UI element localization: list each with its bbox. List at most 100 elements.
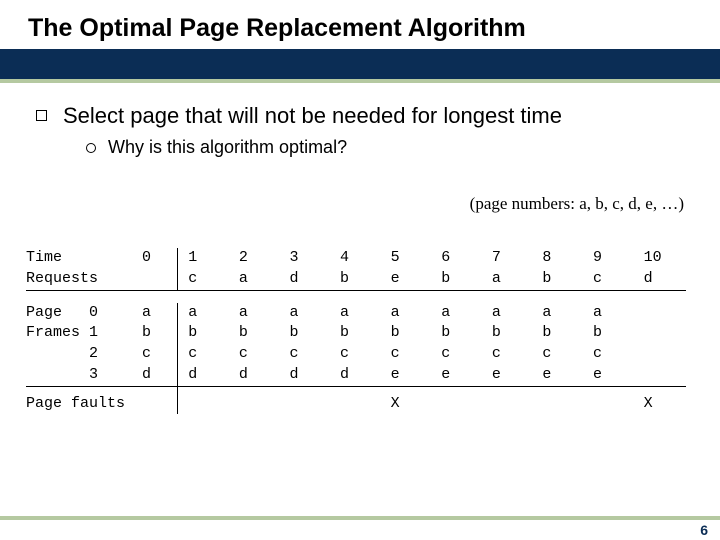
f3-4: d bbox=[330, 365, 381, 386]
time-8: 8 bbox=[532, 248, 583, 269]
f0-4: a bbox=[330, 303, 381, 324]
f1-6: b bbox=[431, 323, 482, 344]
f0-2: a bbox=[229, 303, 280, 324]
f0-7: a bbox=[482, 303, 533, 324]
page-frames-label-0: Page 0 bbox=[26, 303, 142, 324]
f0-3: a bbox=[279, 303, 330, 324]
time-2: 2 bbox=[229, 248, 280, 269]
subbullet-1-text: Why is this algorithm optimal? bbox=[108, 137, 347, 158]
page-frames-label-1: Frames 1 bbox=[26, 323, 142, 344]
time-0: 0 bbox=[142, 248, 178, 269]
f3-2: d bbox=[229, 365, 280, 386]
fault-8 bbox=[532, 386, 583, 414]
f2-1: c bbox=[178, 344, 229, 365]
f2-4: c bbox=[330, 344, 381, 365]
f0-5: a bbox=[381, 303, 432, 324]
slide-title: The Optimal Page Replacement Algorithm bbox=[28, 14, 692, 43]
page-numbers-note: (page numbers: a, b, c, d, e, …) bbox=[26, 194, 694, 214]
f2-8: c bbox=[532, 344, 583, 365]
fault-7 bbox=[482, 386, 533, 414]
title-block: The Optimal Page Replacement Algorithm bbox=[0, 0, 720, 49]
f3-8: e bbox=[532, 365, 583, 386]
f2-10 bbox=[634, 344, 686, 365]
req-7: a bbox=[482, 269, 533, 290]
f1-init: b bbox=[142, 323, 178, 344]
time-label: Time bbox=[26, 248, 142, 269]
req-1: c bbox=[178, 269, 229, 290]
f1-9: b bbox=[583, 323, 634, 344]
content-area: Select page that will not be needed for … bbox=[0, 83, 720, 414]
circle-bullet-icon bbox=[86, 143, 96, 153]
fault-3 bbox=[279, 386, 330, 414]
frame-idx-3: 3 bbox=[89, 366, 98, 383]
f0-1: a bbox=[178, 303, 229, 324]
bullet-1-text: Select page that will not be needed for … bbox=[63, 103, 562, 129]
title-bar bbox=[0, 49, 720, 79]
f1-8: b bbox=[532, 323, 583, 344]
fault-5: X bbox=[381, 386, 432, 414]
f3-6: e bbox=[431, 365, 482, 386]
f0-init: a bbox=[142, 303, 178, 324]
fault-6 bbox=[431, 386, 482, 414]
f1-10 bbox=[634, 323, 686, 344]
page-number: 6 bbox=[700, 522, 708, 538]
f1-2: b bbox=[229, 323, 280, 344]
time-7: 7 bbox=[482, 248, 533, 269]
square-bullet-icon bbox=[36, 110, 47, 121]
req-5: e bbox=[381, 269, 432, 290]
req-8: b bbox=[532, 269, 583, 290]
fault-0 bbox=[142, 386, 178, 414]
time-9: 9 bbox=[583, 248, 634, 269]
page-frames-label-3: 3 bbox=[26, 365, 142, 386]
faults-row: Page faults X X bbox=[26, 386, 686, 414]
frame-row-0: Page 0 a a a a a a a a a a bbox=[26, 303, 686, 324]
frame-row-1: Frames 1 b b b b b b b b b b bbox=[26, 323, 686, 344]
f3-3: d bbox=[279, 365, 330, 386]
frame-idx-1: 1 bbox=[89, 324, 98, 341]
f0-8: a bbox=[532, 303, 583, 324]
req-4: b bbox=[330, 269, 381, 290]
frame-row-3: 3 d d d d d e e e e e bbox=[26, 365, 686, 386]
fault-9 bbox=[583, 386, 634, 414]
time-4: 4 bbox=[330, 248, 381, 269]
time-5: 5 bbox=[381, 248, 432, 269]
page-frames-label-2: 2 bbox=[26, 344, 142, 365]
requests-label: Requests bbox=[26, 269, 142, 290]
frame-idx-2: 2 bbox=[89, 345, 98, 362]
time-10: 10 bbox=[634, 248, 686, 269]
slide: The Optimal Page Replacement Algorithm S… bbox=[0, 0, 720, 540]
f2-9: c bbox=[583, 344, 634, 365]
fault-10: X bbox=[634, 386, 686, 414]
f2-6: c bbox=[431, 344, 482, 365]
req-3: d bbox=[279, 269, 330, 290]
req-2: a bbox=[229, 269, 280, 290]
f1-5: b bbox=[381, 323, 432, 344]
f3-9: e bbox=[583, 365, 634, 386]
subbullet-1: Why is this algorithm optimal? bbox=[86, 137, 694, 158]
f3-5: e bbox=[381, 365, 432, 386]
f3-7: e bbox=[482, 365, 533, 386]
f1-7: b bbox=[482, 323, 533, 344]
frames-label: Frames bbox=[26, 324, 80, 341]
time-6: 6 bbox=[431, 248, 482, 269]
req-9: c bbox=[583, 269, 634, 290]
f3-init: d bbox=[142, 365, 178, 386]
frame-idx-0: 0 bbox=[89, 304, 98, 321]
req-10: d bbox=[634, 269, 686, 290]
time-1: 1 bbox=[178, 248, 229, 269]
req-6: b bbox=[431, 269, 482, 290]
f2-3: c bbox=[279, 344, 330, 365]
f2-7: c bbox=[482, 344, 533, 365]
spacer-row bbox=[26, 290, 686, 303]
frame-row-2: 2 c c c c c c c c c c bbox=[26, 344, 686, 365]
requests-row: Requests c a d b e b a b c d bbox=[26, 269, 686, 290]
f2-5: c bbox=[381, 344, 432, 365]
bullet-1: Select page that will not be needed for … bbox=[36, 103, 694, 129]
f0-10 bbox=[634, 303, 686, 324]
time-row: Time 0 1 2 3 4 5 6 7 8 9 10 bbox=[26, 248, 686, 269]
f1-4: b bbox=[330, 323, 381, 344]
fault-1 bbox=[178, 386, 229, 414]
f3-10 bbox=[634, 365, 686, 386]
f2-2: c bbox=[229, 344, 280, 365]
page-label: Page bbox=[26, 304, 62, 321]
